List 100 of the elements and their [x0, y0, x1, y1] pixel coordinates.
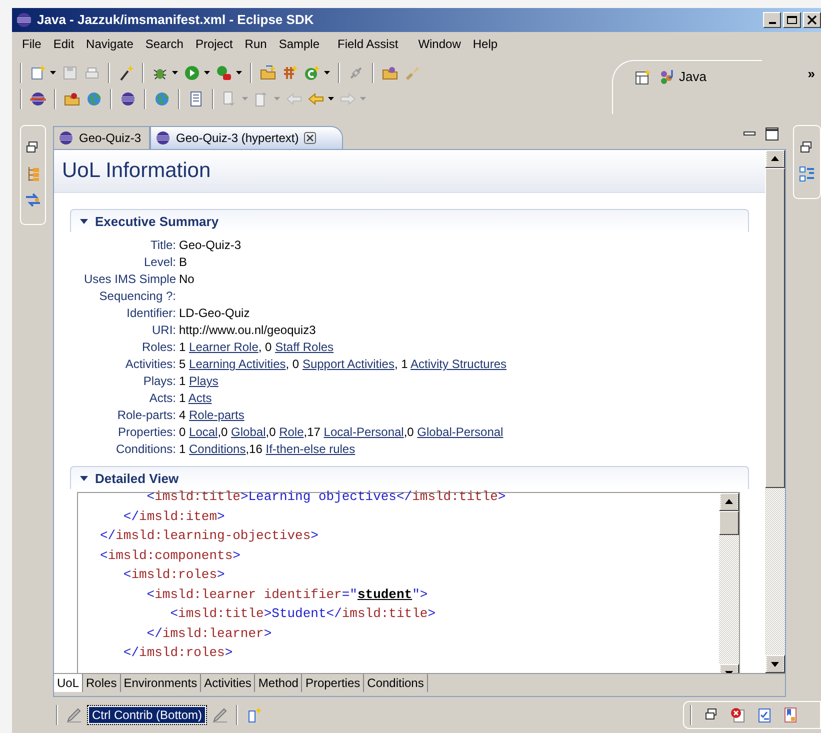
tasks-icon[interactable] [756, 707, 772, 724]
link[interactable]: Local-Personal [324, 425, 404, 440]
field-label: Plays: [142, 373, 176, 390]
minimize-button[interactable] [763, 12, 781, 28]
link[interactable]: Learning Activities [189, 357, 286, 372]
link[interactable]: Learner Role [189, 340, 258, 354]
folder-icon[interactable] [382, 64, 398, 81]
link[interactable]: Role-parts [189, 408, 244, 422]
close-tab-icon[interactable] [304, 132, 316, 144]
status-contribution: Ctrl Contrib (Bottom) [88, 706, 206, 724]
sphere-icon[interactable] [120, 90, 136, 107]
page-tab[interactable]: Environments [120, 674, 202, 692]
run-icon[interactable] [184, 64, 200, 81]
page-tab[interactable]: Activities [201, 674, 256, 692]
editor-tab[interactable]: Geo-Quiz-3 [53, 126, 150, 150]
menu-item[interactable]: Search [139, 36, 190, 51]
field-label: URI: [151, 322, 176, 340]
minimize-icon [768, 22, 776, 24]
pencil-icon[interactable] [212, 707, 228, 724]
link[interactable]: Staff Roles [275, 340, 334, 354]
dropdown-caret-icon[interactable] [50, 70, 56, 75]
app-icon [16, 12, 32, 28]
link[interactable]: Global-Personal [417, 425, 504, 440]
link[interactable]: Support Activities [302, 357, 394, 372]
field-label: Activities: [124, 356, 176, 374]
menu-item[interactable]: Edit [47, 36, 80, 51]
new-view-icon[interactable] [246, 707, 262, 724]
folder-icon[interactable] [64, 90, 80, 107]
dropdown-caret-icon[interactable] [328, 96, 334, 101]
menu-item[interactable]: Sample [272, 36, 326, 51]
scroll-thumb[interactable] [719, 511, 739, 536]
outline-icon[interactable] [799, 166, 815, 182]
link[interactable]: Conditions [189, 442, 246, 456]
menu-item[interactable]: Window [412, 36, 467, 51]
new-class-icon[interactable] [304, 64, 320, 81]
compare-icon[interactable] [25, 192, 41, 208]
link[interactable]: Activity Structures [410, 357, 507, 372]
external-tools-icon[interactable] [216, 64, 232, 81]
page-tab[interactable]: Conditions [364, 674, 428, 692]
maximize-icon[interactable] [764, 126, 780, 142]
field-label: Acts: [148, 390, 176, 408]
link[interactable]: Role [279, 425, 304, 440]
sphere-icon[interactable] [30, 90, 46, 107]
link[interactable]: Global [231, 425, 266, 440]
link[interactable]: If-then-else rules [266, 442, 356, 456]
close-button[interactable] [803, 12, 821, 28]
link[interactable]: Plays [189, 374, 218, 388]
open-folder-icon[interactable] [260, 64, 276, 81]
java-perspective-button[interactable]: Java [659, 68, 706, 85]
page-tab[interactable]: UoL [54, 674, 84, 692]
field-label: Role-parts: [116, 407, 176, 424]
dropdown-caret-icon[interactable] [172, 70, 178, 75]
document-icon[interactable] [188, 90, 204, 107]
field-label: Title: [149, 237, 176, 254]
expand-triangle-icon[interactable] [79, 216, 89, 226]
scroll-down-icon[interactable] [765, 655, 785, 674]
code-line: <imsld:title>Student</imsld:title> [169, 605, 437, 624]
more-perspectives-button[interactable]: » [808, 66, 815, 81]
link[interactable]: Local [189, 425, 218, 440]
menu-item[interactable]: Navigate [80, 36, 140, 51]
new-file-icon[interactable] [30, 64, 46, 81]
code-line: </imsld:learner> [146, 624, 273, 643]
page-tab[interactable]: Roles [83, 674, 121, 692]
dropdown-caret-icon[interactable] [324, 70, 330, 75]
pencil-icon[interactable] [66, 707, 82, 724]
maximize-button[interactable] [783, 12, 801, 28]
error-log-icon[interactable] [730, 707, 746, 724]
field-value: 1 Plays [179, 373, 220, 390]
menu-item[interactable]: File [16, 36, 48, 51]
editor-tab[interactable]: Geo-Quiz-3 (hypertext) [150, 126, 343, 150]
field-value: 1 Learner Role, 0 Staff Roles [179, 339, 335, 356]
expand-triangle-icon[interactable] [79, 473, 89, 484]
bookmark-icon[interactable] [782, 707, 798, 724]
dropdown-caret-icon[interactable] [204, 70, 210, 75]
page-tab[interactable]: Properties [302, 674, 364, 692]
code-line: </imsld:roles> [122, 644, 234, 662]
file-icon [155, 130, 172, 146]
scroll-up-icon[interactable] [719, 493, 739, 512]
scroll-up-icon[interactable] [765, 150, 785, 168]
scrollbar[interactable] [719, 493, 739, 674]
menu-item[interactable]: Project [189, 36, 239, 51]
field-value: LD-Geo-Quiz [179, 305, 251, 322]
field-value: Geo-Quiz-3 [179, 237, 242, 254]
field-value: No [179, 271, 196, 288]
link[interactable]: Acts [188, 391, 212, 406]
field-label: Conditions: [114, 441, 176, 458]
code-line: <imsld:components> [100, 546, 242, 565]
menu-item[interactable]: Help [466, 36, 504, 51]
scrollbar[interactable] [765, 150, 785, 674]
grid-icon[interactable] [282, 64, 298, 81]
scroll-thumb[interactable] [765, 168, 785, 488]
dropdown-caret-icon[interactable] [236, 70, 242, 75]
wand-icon[interactable] [118, 64, 134, 81]
section-header[interactable]: Detailed View [70, 466, 749, 490]
page-tab[interactable]: Method [255, 674, 302, 692]
open-perspective-icon[interactable] [635, 68, 651, 85]
field-label: Identifier: [126, 305, 176, 322]
menu-item[interactable]: Run [238, 36, 273, 51]
section-header[interactable]: Executive Summary [70, 209, 749, 232]
menu-item[interactable]: Field Assist [332, 36, 404, 51]
